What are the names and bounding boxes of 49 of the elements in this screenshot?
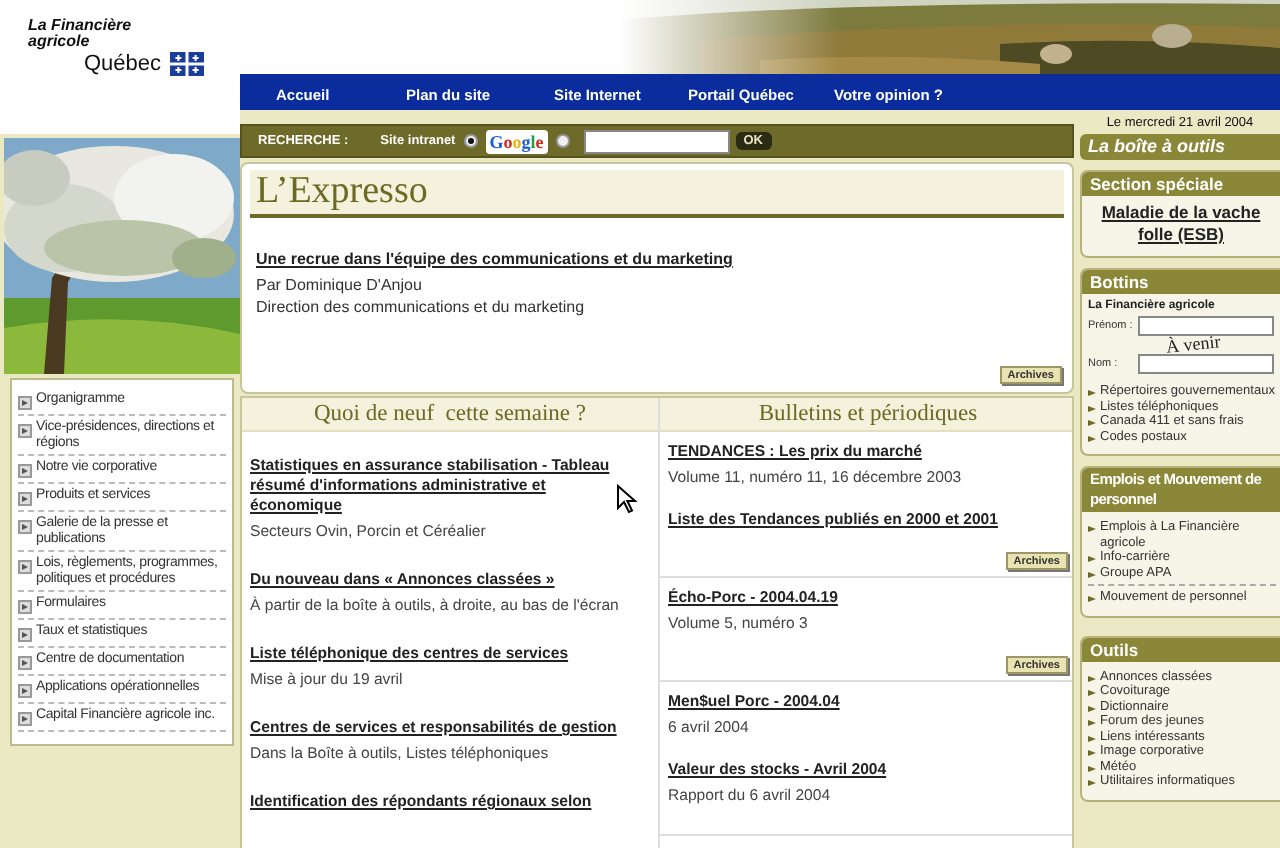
- panel-title: Section spéciale: [1082, 172, 1280, 196]
- radio-button[interactable]: [463, 134, 478, 148]
- bullet-icon: [1088, 569, 1096, 579]
- google-logo: Google: [485, 129, 548, 153]
- bullet-icon: [1088, 703, 1096, 713]
- bullet-icon: [1088, 388, 1096, 398]
- arrow-icon: [18, 464, 32, 478]
- arrow-icon: [18, 520, 32, 534]
- logo-text: La Financière agricole: [28, 18, 134, 50]
- bullet-icon: [1088, 748, 1096, 758]
- bullet-icon: [1088, 594, 1096, 604]
- column-title: Bulletins et périodiques: [660, 398, 1072, 432]
- bullet-icon: [1088, 763, 1096, 773]
- bullet-icon: [1088, 778, 1096, 788]
- bullet-icon: [1088, 403, 1096, 413]
- arrow-icon: [18, 712, 32, 726]
- bullet-icon: [1088, 433, 1096, 443]
- arrow-icon: [18, 560, 32, 574]
- arrow-icon: [18, 600, 32, 614]
- article-byline: Direction des communications et du marketing: [256, 296, 587, 318]
- panel-title: Outils: [1082, 637, 1280, 661]
- flag-icon: [169, 52, 204, 76]
- special-link[interactable]: Maladie de la vache folle (ESB): [1082, 196, 1280, 256]
- panel-title: Bottins: [1082, 270, 1280, 294]
- bullet-icon: [1088, 524, 1096, 534]
- logo-text: Québec: [84, 52, 162, 76]
- arrow-icon: [18, 628, 32, 642]
- search-field[interactable]: [583, 129, 730, 153]
- stamp-text: À venir: [1165, 333, 1222, 357]
- arrow-icon: [18, 492, 32, 506]
- article-byline: Par Dominique D'Anjou: [256, 274, 424, 296]
- bullet-icon: [1088, 733, 1096, 743]
- arrow-icon: [18, 424, 32, 438]
- bullet-icon: [1088, 673, 1096, 683]
- column-title: Quoi de neuf cette semaine ?: [242, 398, 658, 432]
- panel-title: L’Expresso: [250, 170, 1064, 218]
- bullet-icon: [1088, 718, 1096, 728]
- arrow-icon: [18, 684, 32, 698]
- toolbox-title: La boîte à outils: [1080, 134, 1280, 160]
- bullet-icon: [1088, 688, 1096, 698]
- cursor-icon: [616, 484, 638, 514]
- arrow-icon: [18, 656, 32, 670]
- bullet-icon: [1088, 418, 1096, 428]
- radio-button[interactable]: [555, 134, 570, 148]
- arrow-icon: [18, 396, 32, 410]
- input-field[interactable]: [1138, 316, 1274, 336]
- bullet-icon: [1088, 554, 1096, 564]
- input-field[interactable]: [1138, 354, 1274, 374]
- article-link[interactable]: Une recrue dans l'équipe des communications et du marketing: [256, 250, 1062, 268]
